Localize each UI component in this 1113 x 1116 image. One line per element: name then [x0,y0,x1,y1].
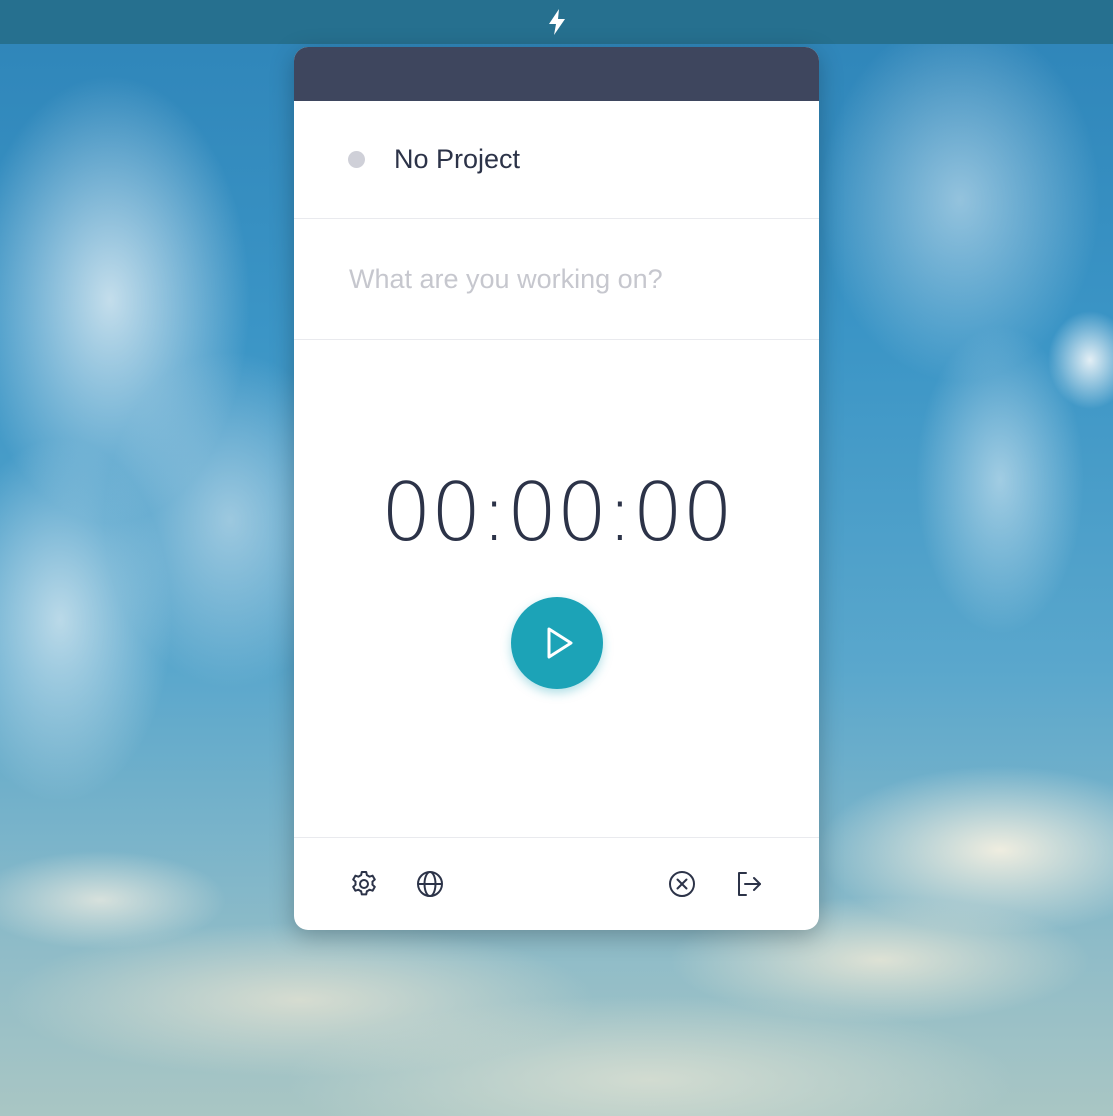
web-dashboard-button[interactable] [414,868,446,900]
popover-footer [294,838,819,929]
task-description-row [294,219,819,340]
project-name: No Project [394,144,521,174]
globe-icon [417,871,443,897]
timer-area: 00:00:00 [294,340,819,838]
task-description-input[interactable] [349,263,769,295]
close-circle-icon [669,871,695,897]
popover-titlebar [294,47,819,101]
gear-icon [352,871,376,896]
project-color-dot [348,151,365,168]
project-selector[interactable]: No Project [294,101,819,219]
settings-button[interactable] [348,868,380,900]
logout-button[interactable] [733,868,765,900]
discard-button[interactable] [666,868,698,900]
menu-bar [0,0,1113,44]
lightning-bolt-icon[interactable] [544,8,570,36]
play-icon [547,627,573,659]
logout-icon [738,872,761,896]
timer-popover: No Project 00:00:00 [294,47,819,930]
start-timer-button[interactable] [511,597,603,689]
timer-display: 00:00:00 [380,466,733,559]
